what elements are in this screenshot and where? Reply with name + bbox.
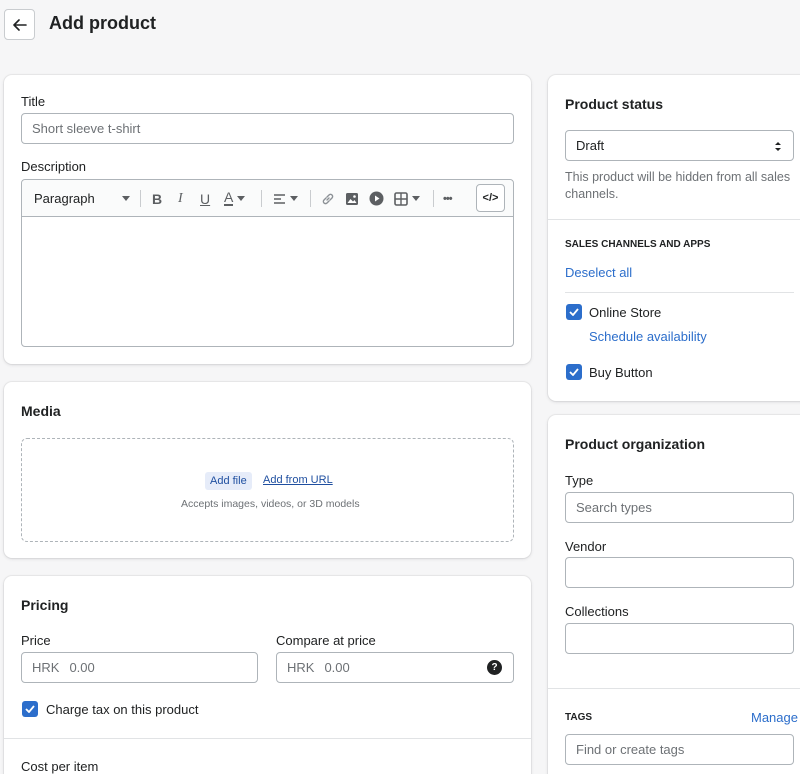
underline-icon: U: [200, 190, 211, 207]
type-input[interactable]: Search types: [565, 492, 794, 523]
image-icon: [346, 192, 358, 205]
paragraph-select[interactable]: Paragraph: [34, 180, 130, 217]
channels-divider: [565, 292, 794, 293]
align-button[interactable]: [273, 180, 298, 217]
chevron-down-icon: [237, 196, 246, 201]
title-input[interactable]: Short sleeve t-shirt: [21, 113, 514, 144]
tags-placeholder: Find or create tags: [576, 742, 685, 757]
charge-tax-checkbox[interactable]: [22, 701, 38, 717]
compare-price-label: Compare at price: [276, 633, 376, 648]
compare-value: 0.00: [324, 660, 350, 675]
checkmark-icon: [25, 705, 35, 713]
price-currency: HRK: [32, 660, 60, 675]
pricing-divider: [4, 738, 531, 739]
status-divider: [548, 219, 800, 220]
insert-image-button[interactable]: [345, 180, 359, 217]
tags-heading: TAGS: [565, 712, 593, 723]
insert-table-button[interactable]: [394, 180, 420, 217]
collections-input[interactable]: [565, 623, 794, 654]
description-editor[interactable]: Paragraph B I U A ••• </>: [21, 179, 514, 347]
help-icon[interactable]: ?: [487, 660, 502, 675]
bold-button[interactable]: B: [152, 180, 162, 217]
text-color-button[interactable]: A: [224, 180, 246, 217]
organization-divider: [548, 688, 800, 689]
add-file-button[interactable]: Add file: [205, 472, 252, 490]
title-placeholder: Short sleeve t-shirt: [32, 121, 141, 136]
underline-button[interactable]: U: [200, 180, 210, 217]
arrow-left-icon: [12, 18, 27, 31]
editor-toolbar: Paragraph B I U A ••• </>: [22, 180, 513, 217]
online-store-label: Online Store: [589, 305, 662, 320]
paragraph-select-label: Paragraph: [34, 191, 95, 206]
status-help: This product will be hidden from all sal…: [565, 170, 791, 201]
product-organization-heading: Product organization: [565, 436, 705, 452]
buy-button-checkbox[interactable]: [566, 364, 582, 380]
html-toggle-button[interactable]: </>: [476, 184, 505, 212]
schedule-availability-link[interactable]: Schedule availability: [589, 329, 707, 344]
status-selected: Draft: [576, 138, 605, 153]
chevron-down-icon: [122, 196, 130, 201]
online-store-checkbox[interactable]: [566, 304, 582, 320]
align-left-icon: [274, 193, 285, 204]
more-button[interactable]: •••: [443, 180, 453, 217]
select-arrows-icon: [775, 142, 781, 151]
play-icon: [369, 191, 384, 206]
buy-button-label: Buy Button: [589, 365, 653, 380]
product-status-card: [548, 75, 800, 401]
table-icon: [394, 191, 408, 206]
page-title: Add product: [49, 13, 156, 33]
media-dropzone[interactable]: [21, 438, 514, 542]
add-from-url-link[interactable]: Add from URL: [263, 474, 333, 486]
back-button[interactable]: [4, 9, 35, 40]
type-label: Type: [565, 473, 594, 488]
compare-price-input[interactable]: HRK 0.00: [276, 652, 514, 683]
insert-video-button[interactable]: [369, 180, 384, 217]
chevron-down-icon: [290, 196, 298, 201]
price-label: Price: [21, 633, 51, 648]
text-color-icon: A: [224, 189, 234, 206]
status-select[interactable]: Draft: [565, 130, 794, 161]
media-heading: Media: [21, 403, 61, 419]
tags-input[interactable]: Find or create tags: [565, 734, 794, 765]
more-horizontal-icon: •••: [443, 192, 453, 205]
italic-icon: I: [178, 190, 183, 206]
manage-tags-link[interactable]: Manage: [751, 710, 798, 725]
toolbar-divider: [261, 190, 262, 207]
description-label: Description: [21, 159, 87, 174]
pricing-heading: Pricing: [21, 597, 69, 613]
deselect-all-link[interactable]: Deselect all: [565, 265, 632, 280]
insert-link-button[interactable]: [321, 180, 335, 217]
toolbar-divider: [433, 190, 434, 207]
vendor-label: Vendor: [565, 539, 607, 554]
chevron-down-icon: [412, 196, 420, 201]
sales-channels-heading: SALES CHANNELS AND APPS: [565, 239, 711, 250]
italic-button[interactable]: I: [178, 180, 183, 217]
collections-label: Collections: [565, 604, 629, 619]
bold-icon: B: [152, 190, 163, 207]
cost-per-item-label: Cost per item: [21, 759, 99, 774]
media-hint: Accepts images, videos, or 3D models: [181, 498, 360, 510]
product-status-heading: Product status: [565, 96, 664, 112]
type-placeholder: Search types: [576, 500, 652, 515]
page-header: Add product: [0, 0, 800, 50]
price-value: 0.00: [69, 660, 95, 675]
code-icon: </>: [482, 192, 499, 204]
price-input[interactable]: HRK 0.00: [21, 652, 258, 683]
title-label: Title: [21, 94, 46, 109]
vendor-input[interactable]: [565, 557, 794, 588]
toolbar-divider: [140, 190, 141, 207]
checkmark-icon: [569, 368, 579, 376]
link-icon: [322, 193, 334, 204]
charge-tax-label: Charge tax on this product: [46, 702, 199, 717]
checkmark-icon: [569, 308, 579, 316]
toolbar-divider: [310, 190, 311, 207]
compare-currency: HRK: [287, 660, 315, 675]
